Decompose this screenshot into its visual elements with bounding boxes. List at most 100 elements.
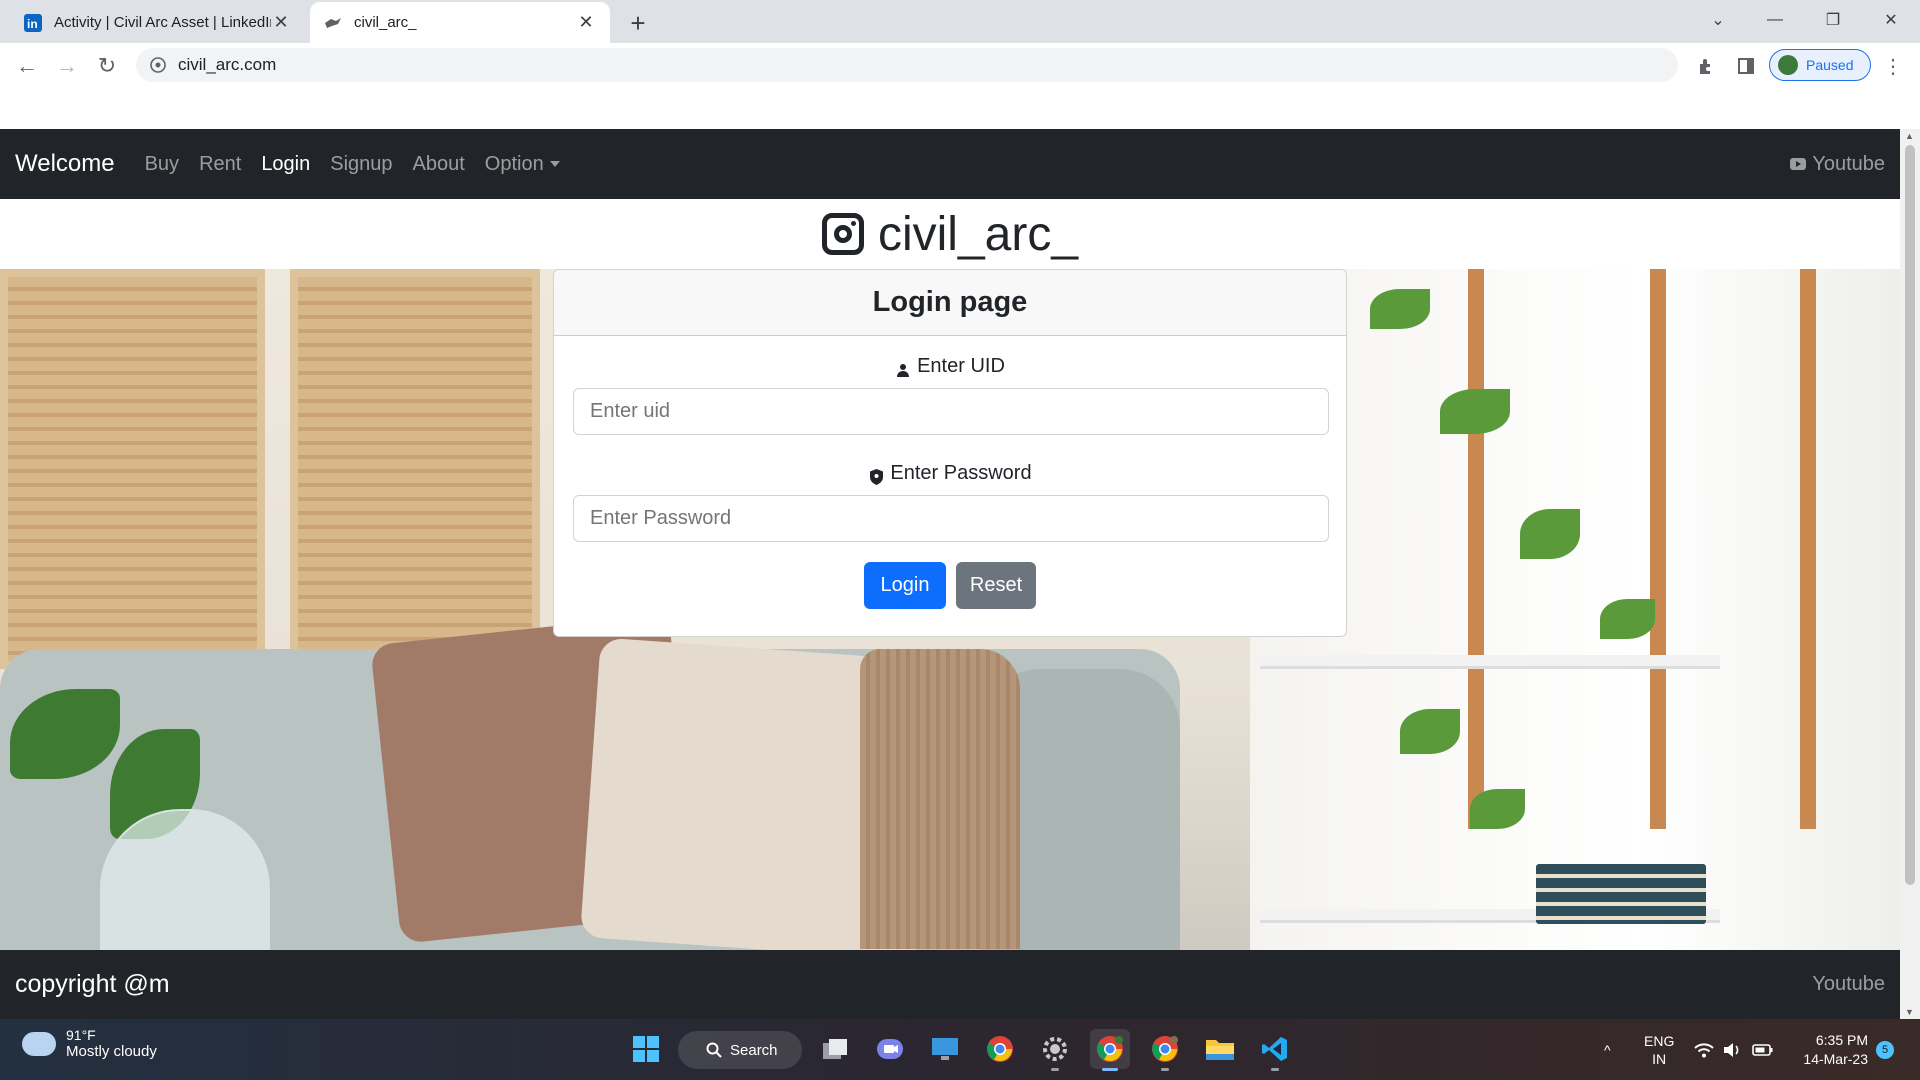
plant-leaf (1600, 599, 1655, 639)
wooden-shutter (290, 269, 540, 669)
chrome-profile-icon[interactable] (1090, 1029, 1130, 1071)
nav-buy[interactable]: Buy (145, 153, 179, 176)
page-scrollbar[interactable]: ▲ ▼ (1900, 129, 1920, 1019)
side-panel-icon[interactable] (1733, 53, 1759, 79)
reload-button[interactable]: ↻ (92, 51, 122, 81)
back-button[interactable]: ← (12, 51, 42, 81)
vscode-icon[interactable] (1255, 1029, 1295, 1071)
taskbar-search[interactable]: Search (678, 1031, 802, 1069)
volume-icon[interactable] (1722, 1019, 1742, 1080)
password-label: Enter Password (573, 435, 1327, 495)
caret-down-icon (549, 161, 560, 168)
bird-icon (324, 14, 342, 32)
windows-icon (633, 1036, 659, 1062)
file-explorer-icon[interactable] (1200, 1029, 1240, 1069)
system-clock[interactable]: 6:35 PM 14-Mar-23 (1794, 1031, 1868, 1069)
remote-desktop-icon[interactable] (925, 1029, 965, 1069)
chat-app-icon[interactable] (870, 1029, 910, 1069)
site-header: civil_arc_ (0, 199, 1900, 269)
password-input[interactable] (573, 495, 1329, 542)
shelf-board (1260, 655, 1720, 669)
profile-status: Paused (1806, 57, 1854, 73)
uid-input[interactable] (573, 388, 1329, 435)
running-indicator (1271, 1068, 1279, 1071)
minimize-button[interactable]: — (1747, 0, 1803, 40)
url-text: civil_arc.com (178, 55, 277, 74)
wifi-icon[interactable] (1694, 1019, 1714, 1080)
linkedin-icon: in (24, 13, 42, 32)
nav-youtube-label: Youtube (1812, 152, 1885, 175)
address-bar[interactable]: civil_arc.com (136, 48, 1678, 82)
clock-date: 14-Mar-23 (1803, 1051, 1868, 1067)
site-navbar: Welcome Buy Rent Login Signup About Opti… (0, 129, 1900, 199)
weather-widget[interactable]: 91°F Mostly cloudy (22, 1023, 157, 1060)
settings-gear-icon[interactable] (1035, 1029, 1075, 1071)
windows-taskbar: 91°F Mostly cloudy Search ^ ENG IN 6:35 … (0, 1019, 1920, 1080)
tab-search-icon[interactable]: ⌄ (1690, 0, 1746, 40)
restore-button[interactable]: ❐ (1805, 0, 1861, 40)
language-line1: ENG (1644, 1032, 1675, 1049)
search-label: Search (730, 1041, 778, 1059)
shelf-post (1650, 269, 1666, 829)
active-indicator (1102, 1068, 1118, 1071)
login-button[interactable]: Login (864, 562, 946, 609)
chrome-icon[interactable] (980, 1029, 1020, 1069)
plant-leaf (1400, 709, 1460, 754)
nav-login[interactable]: Login (261, 153, 310, 176)
site-name: civil_arc_ (877, 207, 1079, 261)
glass-vase (100, 809, 270, 950)
shelf-post (1800, 269, 1816, 829)
plant-leaf (1370, 289, 1430, 329)
nav-about[interactable]: About (413, 153, 465, 176)
browser-toolbar: ← → ↻ civil_arc.com Paused ⋮ (0, 43, 1920, 87)
language-line2: IN (1652, 1050, 1667, 1067)
forward-button[interactable]: → (52, 51, 82, 81)
avatar (1778, 55, 1798, 75)
close-tab-icon[interactable]: ✕ (576, 12, 596, 33)
shelf-post (1468, 269, 1484, 829)
extensions-icon[interactable] (1693, 53, 1719, 79)
uid-label-text: Enter UID (917, 355, 1005, 377)
nav-rent[interactable]: Rent (199, 153, 241, 176)
start-button[interactable] (626, 1029, 666, 1069)
task-view-icon[interactable] (815, 1029, 855, 1069)
knit-throw (860, 649, 1020, 949)
show-hidden-icons[interactable]: ^ (1604, 1019, 1611, 1080)
battery-icon[interactable] (1752, 1019, 1774, 1080)
search-icon (706, 1042, 722, 1058)
plant-leaf (1470, 789, 1525, 829)
shield-lock-icon (868, 469, 884, 485)
menu-icon[interactable]: ⋮ (1880, 53, 1906, 79)
close-window-button[interactable]: ✕ (1863, 0, 1919, 40)
tab-linkedin[interactable]: in Activity | Civil Arc Asset | LinkedIn… (10, 2, 305, 43)
login-card: Login page Enter UID Enter Password Logi… (553, 269, 1347, 637)
nav-option-label: Option (484, 152, 544, 175)
instagram-icon (821, 213, 864, 255)
cloud-sun-icon (22, 1023, 56, 1056)
nav-youtube-link[interactable]: Youtube (1790, 129, 1885, 199)
language-indicator[interactable]: ENG IN (1644, 1019, 1674, 1080)
nav-option-dropdown[interactable]: Option (485, 153, 560, 176)
scroll-up-icon[interactable]: ▲ (1905, 131, 1914, 141)
notification-badge[interactable]: 5 (1876, 1041, 1894, 1059)
person-icon (895, 362, 911, 378)
scrollbar-thumb[interactable] (1905, 145, 1915, 885)
nav-signup[interactable]: Signup (330, 153, 392, 176)
close-tab-icon[interactable]: ✕ (271, 12, 291, 33)
login-form: Enter UID Enter Password Login Reset (554, 336, 1346, 609)
weather-desc: Mostly cloudy (66, 1043, 157, 1060)
book-stack (1536, 864, 1706, 924)
navbar-brand[interactable]: Welcome (15, 150, 115, 178)
profile-button[interactable]: Paused (1769, 49, 1871, 81)
svg-text:in: in (27, 17, 38, 31)
new-tab-button[interactable]: + (624, 8, 652, 38)
tab-title: civil_arc_ (354, 14, 417, 31)
chrome-profile-icon[interactable] (1145, 1029, 1185, 1071)
site-info-icon[interactable] (148, 55, 168, 75)
running-indicator (1051, 1068, 1059, 1071)
reset-button[interactable]: Reset (956, 562, 1036, 609)
footer-youtube-link[interactable]: Youtube (1812, 973, 1885, 996)
tab-title: Activity | Civil Arc Asset | LinkedIn (54, 14, 271, 31)
tab-civil-arc[interactable]: civil_arc_ ✕ (310, 2, 610, 43)
scroll-down-icon[interactable]: ▼ (1905, 1007, 1914, 1017)
